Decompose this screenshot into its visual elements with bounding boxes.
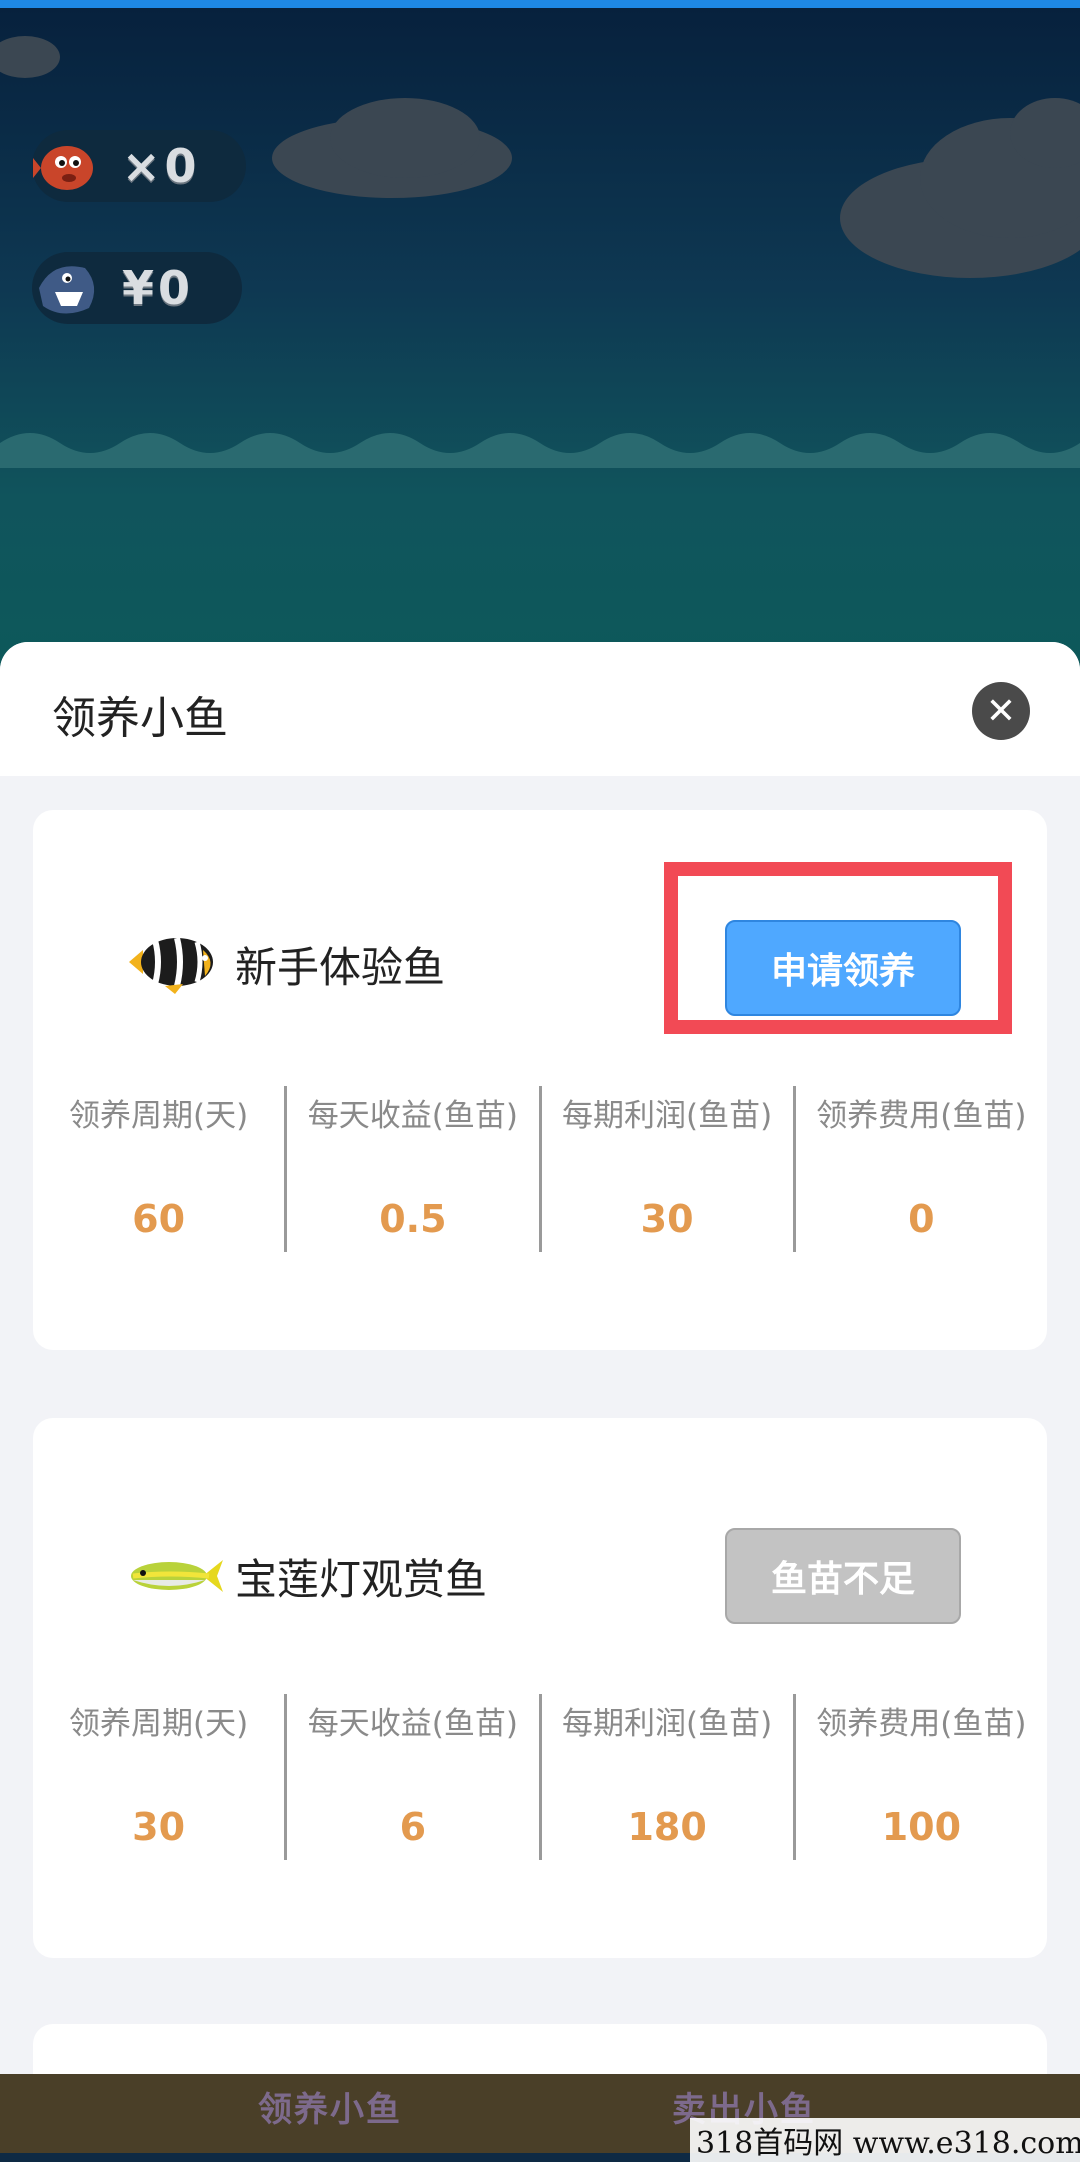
- stat-period-profit: 每期利润(鱼苗) 180: [538, 1694, 793, 1860]
- stat-daily-income: 每天收益(鱼苗) 6: [284, 1694, 538, 1860]
- cloud: [0, 36, 60, 78]
- stat-value: 60: [132, 1197, 186, 1241]
- clownfish-icon: [129, 937, 213, 994]
- stat-value: 0.5: [379, 1197, 447, 1241]
- adopt-fish-sheet: 领养小鱼 ✕ 新手体验鱼 申请领养 领养周期(天) 60 每天收益(鱼苗) 0.…: [0, 642, 1080, 2074]
- stat-value: 180: [627, 1805, 707, 1849]
- yellowtail-fish-icon: [131, 1560, 223, 1592]
- shark-avatar-icon: [32, 252, 104, 324]
- stat-label: 每天收益(鱼苗): [307, 1706, 518, 1742]
- sheet-header: 领养小鱼 ✕: [0, 642, 1080, 776]
- wave-line: [0, 433, 1080, 468]
- nav-adopt-fish[interactable]: 领养小鱼: [258, 2082, 402, 2131]
- stat-adopt-fee: 领养费用(鱼苗) 100: [792, 1694, 1047, 1860]
- cloud: [330, 98, 480, 178]
- fish-counter: ×0: [32, 130, 246, 202]
- stat-label: 领养周期(天): [69, 1098, 249, 1134]
- game-scene: ×0 ¥0: [0, 8, 1080, 708]
- fish-count: ×0: [122, 139, 201, 193]
- highlight-box: [664, 862, 1012, 1034]
- money-count: ¥0: [122, 261, 195, 315]
- stat-daily-income: 每天收益(鱼苗) 0.5: [284, 1086, 538, 1252]
- stat-value: 30: [132, 1805, 186, 1849]
- stat-value: 6: [399, 1805, 427, 1849]
- money-counter: ¥0: [32, 252, 242, 324]
- sheet-title: 领养小鱼: [52, 693, 228, 744]
- stat-period-profit: 每期利润(鱼苗) 30: [538, 1086, 793, 1252]
- fish-stats: 领养周期(天) 30 每天收益(鱼苗) 6 每期利润(鱼苗) 180 领养费用(…: [33, 1694, 1047, 1860]
- stat-value: 100: [881, 1805, 962, 1849]
- stat-value: 30: [640, 1197, 694, 1241]
- fish-card-lantern: 宝莲灯观赏鱼 鱼苗不足 领养周期(天) 30 每天收益(鱼苗) 6 每期利润(鱼…: [33, 1418, 1047, 1958]
- fish-name: 宝莲灯观赏鱼: [235, 1555, 488, 1604]
- insufficient-fry-button[interactable]: 鱼苗不足: [725, 1528, 961, 1624]
- fish-name: 新手体验鱼: [235, 943, 446, 992]
- stat-label: 每天收益(鱼苗): [307, 1098, 518, 1134]
- close-icon: ✕: [985, 690, 1017, 732]
- stat-label: 领养费用(鱼苗): [816, 1706, 1027, 1742]
- fish-card-novice: 新手体验鱼 申请领养 领养周期(天) 60 每天收益(鱼苗) 0.5 每期利润(…: [33, 810, 1047, 1350]
- close-button[interactable]: ✕: [972, 682, 1030, 740]
- stat-label: 每期利润(鱼苗): [562, 1706, 773, 1742]
- fish-stats: 领养周期(天) 60 每天收益(鱼苗) 0.5 每期利润(鱼苗) 30 领养费用…: [33, 1086, 1047, 1252]
- stat-label: 每期利润(鱼苗): [562, 1098, 773, 1134]
- stat-value: 0: [908, 1197, 935, 1241]
- stat-cycle: 领养周期(天) 30: [33, 1694, 284, 1860]
- watermark: 318首码网 www.e318.com: [690, 2118, 1080, 2162]
- stat-cycle: 领养周期(天) 60: [33, 1086, 284, 1252]
- status-strip: [0, 0, 1080, 8]
- fish-avatar-icon: [32, 130, 104, 202]
- stat-label: 领养费用(鱼苗): [816, 1098, 1027, 1134]
- fish-card-partial: [33, 2024, 1047, 2074]
- stat-adopt-fee: 领养费用(鱼苗) 0: [792, 1086, 1047, 1252]
- stat-label: 领养周期(天): [69, 1706, 249, 1742]
